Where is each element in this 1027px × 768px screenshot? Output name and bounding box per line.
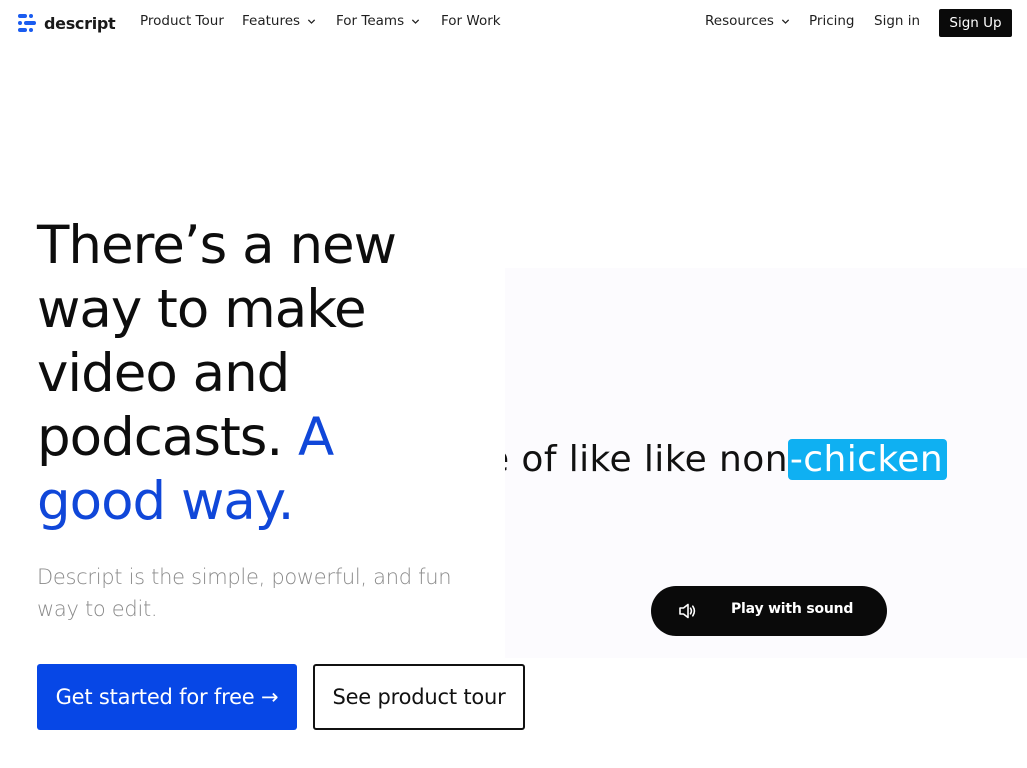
- play-label: Play with sound: [731, 601, 854, 617]
- nav-item-sign-in[interactable]: Sign in: [874, 13, 920, 29]
- chevron-down-icon: [781, 18, 790, 24]
- speaker-icon: [679, 603, 696, 619]
- chevron-down-icon: [412, 18, 420, 24]
- nav-item-resources[interactable]: Resources: [705, 13, 790, 29]
- transcript-text: e of like like non: [505, 439, 788, 480]
- hero-video[interactable]: e of like like non-chicken Play with sou…: [505, 268, 1027, 658]
- nav-item-product-tour[interactable]: Product Tour: [140, 13, 224, 29]
- hero-subheadline: Descript is the simple, powerful, and fu…: [37, 565, 452, 621]
- nav-item-for-teams[interactable]: For Teams: [336, 13, 420, 29]
- get-started-button[interactable]: Get started for free →: [37, 664, 297, 730]
- nav-item-label: Product Tour: [140, 13, 224, 29]
- transcript-highlight: -chicken: [787, 439, 948, 480]
- logo-text: descript: [44, 13, 116, 33]
- top-nav: descript Product Tour Features For Teams…: [0, 0, 1027, 44]
- nav-item-label: For Teams: [336, 13, 405, 29]
- nav-item-features[interactable]: Features: [242, 13, 316, 29]
- nav-item-pricing[interactable]: Pricing: [809, 13, 855, 29]
- nav-item-label: Features: [242, 13, 301, 29]
- nav-item-label: Resources: [705, 13, 774, 29]
- descript-logo[interactable]: descript: [17, 11, 116, 35]
- play-with-sound-button[interactable]: Play with sound: [651, 586, 887, 636]
- transcript-caption: e of like like non-chicken: [505, 436, 948, 484]
- nav-item-for-work[interactable]: For Work: [441, 13, 501, 29]
- landing-page: descript Product Tour Features For Teams…: [0, 0, 1027, 768]
- nav-item-label: For Work: [441, 13, 501, 29]
- product-tour-button[interactable]: See product tour: [313, 664, 525, 730]
- descript-logo-icon: [18, 14, 36, 32]
- sign-up-button[interactable]: Sign Up: [939, 9, 1012, 37]
- nav-item-label: Sign in: [874, 13, 921, 29]
- hero-headline: There’s a new way to make video and podc…: [37, 214, 457, 534]
- nav-item-label: Pricing: [809, 13, 855, 29]
- chevron-down-icon: [307, 18, 316, 24]
- headline-main: There’s a new way to make video and podc…: [37, 215, 397, 468]
